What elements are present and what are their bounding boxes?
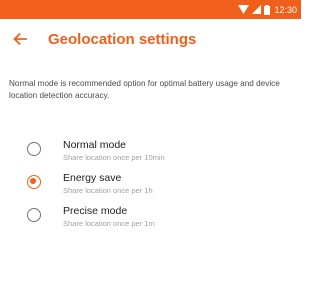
mode-description: Normal mode is recommended option for op… — [9, 79, 280, 100]
battery-icon — [264, 4, 271, 15]
signal-icon — [252, 5, 262, 14]
option-subtitle: Share location once per 10min — [63, 153, 165, 162]
page-title: Geolocation settings — [48, 30, 197, 48]
option-precise-mode[interactable]: Precise mode Share location once per 1m — [0, 205, 301, 241]
option-subtitle: Share location once per 1h — [63, 186, 153, 195]
wifi-icon — [238, 5, 250, 14]
radio-normal-mode[interactable] — [27, 142, 41, 156]
status-bar: 12:30 — [0, 0, 301, 19]
option-title: Energy save — [63, 172, 122, 184]
arrow-left-icon — [13, 33, 27, 45]
back-button[interactable] — [0, 19, 40, 59]
option-energy-save[interactable]: Energy save Share location once per 1h — [0, 172, 301, 208]
radio-precise-mode[interactable] — [27, 208, 41, 222]
toolbar: Geolocation settings — [0, 19, 301, 59]
option-title: Normal mode — [63, 139, 127, 151]
option-title: Precise mode — [63, 205, 128, 217]
radio-energy-save[interactable] — [27, 175, 41, 189]
option-subtitle: Share location once per 1m — [63, 219, 155, 228]
status-time: 12:30 — [274, 4, 297, 15]
option-normal-mode[interactable]: Normal mode Share location once per 10mi… — [0, 139, 301, 175]
